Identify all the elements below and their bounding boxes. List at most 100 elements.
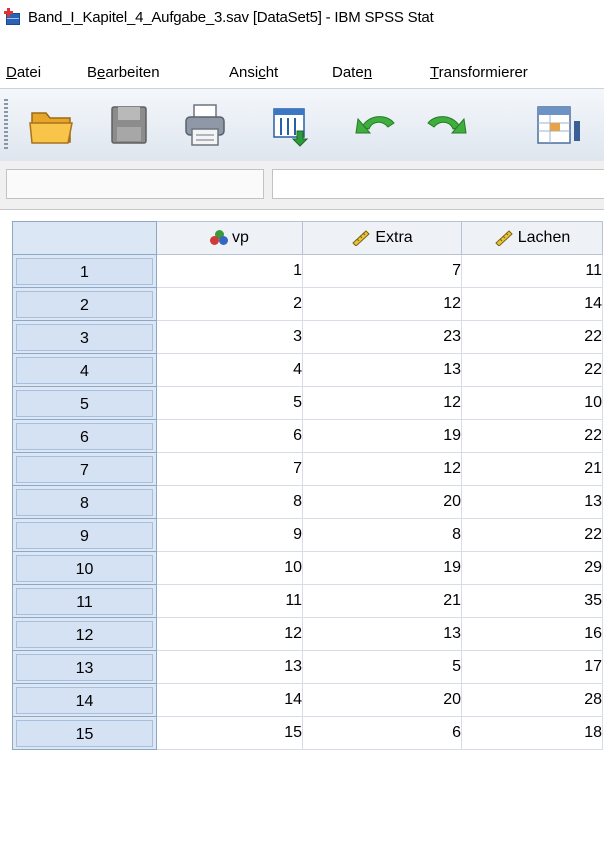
cell-extra[interactable]: 12 xyxy=(302,287,462,321)
row-header[interactable]: 9 xyxy=(12,518,157,552)
cell-extra[interactable]: 19 xyxy=(302,551,462,585)
row-header[interactable]: 11 xyxy=(12,584,157,618)
cell-extra[interactable]: 6 xyxy=(302,716,462,750)
cell-vp[interactable]: 5 xyxy=(156,386,303,420)
recall-dialog-icon[interactable] xyxy=(264,101,314,149)
cell-vp[interactable]: 11 xyxy=(156,584,303,618)
cell-value-input[interactable] xyxy=(272,169,604,199)
data-table: vp Extra Lachen 1 1 7 11 2 2 12 14 3 3 2… xyxy=(12,221,603,750)
row-header[interactable]: 15 xyxy=(12,716,157,750)
table-row: 7 7 12 21 xyxy=(12,452,603,486)
cell-extra[interactable]: 20 xyxy=(302,485,462,519)
cell-vp[interactable]: 3 xyxy=(156,320,303,354)
cell-vp[interactable]: 8 xyxy=(156,485,303,519)
menu-datei[interactable]: Datei xyxy=(6,64,41,81)
cell-lachen[interactable]: 13 xyxy=(461,485,603,519)
column-name: Lachen xyxy=(517,229,571,246)
row-header[interactable]: 8 xyxy=(12,485,157,519)
scale-measure-icon xyxy=(495,230,513,246)
row-header[interactable]: 7 xyxy=(12,452,157,486)
cell-vp[interactable]: 13 xyxy=(156,650,303,684)
cell-extra[interactable]: 13 xyxy=(302,353,462,387)
cell-vp[interactable]: 1 xyxy=(156,254,303,288)
cell-extra[interactable]: 8 xyxy=(302,518,462,552)
undo-icon[interactable] xyxy=(352,101,402,149)
save-disk-icon[interactable] xyxy=(104,101,154,149)
column-name: Extra xyxy=(375,229,413,246)
cell-vp[interactable]: 10 xyxy=(156,551,303,585)
cell-extra[interactable]: 20 xyxy=(302,683,462,717)
row-header[interactable]: 5 xyxy=(12,386,157,420)
table-row: 5 5 12 10 xyxy=(12,386,603,420)
title-bar: Band_I_Kapitel_4_Aufgabe_3.sav [DataSet5… xyxy=(0,0,604,34)
toolbar xyxy=(0,88,604,162)
cell-extra[interactable]: 21 xyxy=(302,584,462,618)
cell-extra[interactable]: 7 xyxy=(302,254,462,288)
scale-measure-icon xyxy=(352,230,371,246)
cell-lachen[interactable]: 35 xyxy=(461,584,603,618)
row-header[interactable]: 1 xyxy=(12,254,157,288)
cell-lachen[interactable]: 16 xyxy=(461,617,603,651)
cell-vp[interactable]: 4 xyxy=(156,353,303,387)
grid-corner[interactable] xyxy=(12,221,157,255)
row-header[interactable]: 6 xyxy=(12,419,157,453)
cell-extra[interactable]: 23 xyxy=(302,320,462,354)
cell-lachen[interactable]: 14 xyxy=(461,287,603,321)
cell-lachen[interactable]: 21 xyxy=(461,452,603,486)
cell-lachen[interactable]: 22 xyxy=(461,419,603,453)
menu-transformieren[interactable]: Transformierer xyxy=(430,64,528,81)
column-header-extra[interactable]: Extra xyxy=(302,221,462,255)
nominal-measure-icon xyxy=(210,229,229,246)
row-header[interactable]: 10 xyxy=(12,551,157,585)
cell-vp[interactable]: 14 xyxy=(156,683,303,717)
cell-vp[interactable]: 7 xyxy=(156,452,303,486)
redo-icon[interactable] xyxy=(420,101,470,149)
row-header[interactable]: 4 xyxy=(12,353,157,387)
cell-vp[interactable]: 2 xyxy=(156,287,303,321)
row-header[interactable]: 3 xyxy=(12,320,157,354)
cell-extra[interactable]: 13 xyxy=(302,617,462,651)
table-row: 14 14 20 28 xyxy=(12,683,603,717)
cell-lachen[interactable]: 29 xyxy=(461,551,603,585)
cell-vp[interactable]: 12 xyxy=(156,617,303,651)
cell-name-box[interactable] xyxy=(6,169,264,199)
cell-extra[interactable]: 12 xyxy=(302,452,462,486)
table-row: 10 10 19 29 xyxy=(12,551,603,585)
cell-lachen[interactable]: 22 xyxy=(461,353,603,387)
menu-daten[interactable]: Daten xyxy=(332,64,372,81)
cell-editor-bar xyxy=(0,161,604,210)
column-header-vp[interactable]: vp xyxy=(156,221,303,255)
row-header[interactable]: 12 xyxy=(12,617,157,651)
row-header[interactable]: 13 xyxy=(12,650,157,684)
menu-bearbeiten[interactable]: Bearbeiten xyxy=(87,64,160,81)
cell-lachen[interactable]: 28 xyxy=(461,683,603,717)
menu-ansicht[interactable]: Ansicht xyxy=(229,64,278,81)
goto-case-icon[interactable] xyxy=(532,101,582,149)
cell-extra[interactable]: 5 xyxy=(302,650,462,684)
cell-vp[interactable]: 15 xyxy=(156,716,303,750)
open-folder-icon[interactable] xyxy=(26,101,76,149)
table-row: 6 6 19 22 xyxy=(12,419,603,453)
table-row: 12 12 13 16 xyxy=(12,617,603,651)
cell-vp[interactable]: 6 xyxy=(156,419,303,453)
table-row: 1 1 7 11 xyxy=(12,254,603,288)
cell-extra[interactable]: 12 xyxy=(302,386,462,420)
spss-app-icon xyxy=(4,8,22,26)
toolbar-grip[interactable] xyxy=(4,99,8,149)
column-name: vp xyxy=(232,229,249,246)
cell-extra[interactable]: 19 xyxy=(302,419,462,453)
cell-lachen[interactable]: 22 xyxy=(461,518,603,552)
table-row: 11 11 21 35 xyxy=(12,584,603,618)
cell-lachen[interactable]: 11 xyxy=(461,254,603,288)
row-header[interactable]: 14 xyxy=(12,683,157,717)
cell-lachen[interactable]: 10 xyxy=(461,386,603,420)
column-header-lachen[interactable]: Lachen xyxy=(461,221,603,255)
cell-vp[interactable]: 9 xyxy=(156,518,303,552)
table-row: 4 4 13 22 xyxy=(12,353,603,387)
cell-lachen[interactable]: 17 xyxy=(461,650,603,684)
cell-lachen[interactable]: 18 xyxy=(461,716,603,750)
table-row: 9 9 8 22 xyxy=(12,518,603,552)
print-icon[interactable] xyxy=(180,101,230,149)
cell-lachen[interactable]: 22 xyxy=(461,320,603,354)
row-header[interactable]: 2 xyxy=(12,287,157,321)
